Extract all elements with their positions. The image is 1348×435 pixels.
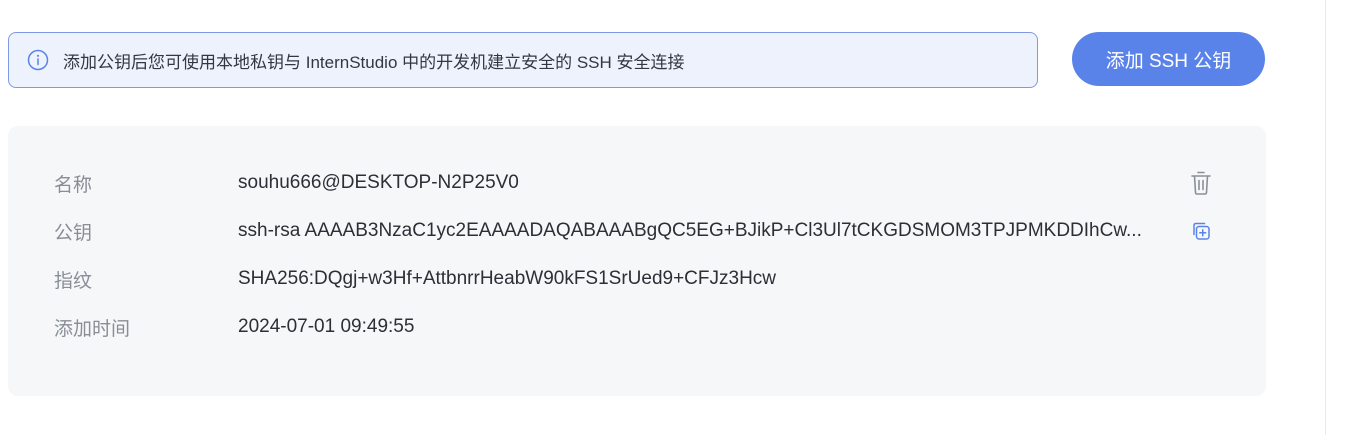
info-icon: [27, 49, 49, 71]
name-label: 名称: [54, 174, 93, 196]
copy-icon[interactable]: [1190, 220, 1212, 242]
info-notice: 添加公钥后您可使用本地私钥与 InternStudio 中的开发机建立安全的 S…: [8, 32, 1038, 88]
add-ssh-key-button[interactable]: 添加 SSH 公钥: [1072, 32, 1265, 86]
fingerprint-row: 指纹 SHA256:DQgj+w3Hf+AttbnrrHeabW90kFS1Sr…: [8, 264, 1266, 294]
fingerprint-label: 指纹: [54, 270, 93, 292]
public-key-value: ssh-rsa AAAAB3NzaC1yc2EAAAADAQABAAABgQC5…: [238, 220, 1142, 241]
trash-icon[interactable]: [1188, 168, 1214, 198]
public-key-label: 公钥: [54, 222, 93, 244]
added-time-label: 添加时间: [54, 318, 131, 340]
ssh-key-card: 名称 souhu666@DESKTOP-N2P25V0 公钥 ssh-rsa A…: [8, 126, 1266, 396]
ssh-key-page: 添加公钥后您可使用本地私钥与 InternStudio 中的开发机建立安全的 S…: [0, 0, 1348, 435]
name-value: souhu666@DESKTOP-N2P25V0: [238, 172, 519, 193]
fingerprint-value: SHA256:DQgj+w3Hf+AttbnrrHeabW90kFS1SrUed…: [238, 268, 777, 289]
added-time-row: 添加时间 2024-07-01 09:49:55: [8, 312, 1266, 342]
notice-text: 添加公钥后您可使用本地私钥与 InternStudio 中的开发机建立安全的 S…: [63, 52, 685, 72]
right-divider: [1325, 0, 1326, 435]
public-key-row: 公钥 ssh-rsa AAAAB3NzaC1yc2EAAAADAQABAAABg…: [8, 216, 1266, 246]
added-time-value: 2024-07-01 09:49:55: [238, 316, 415, 337]
name-row: 名称 souhu666@DESKTOP-N2P25V0: [8, 168, 1266, 198]
